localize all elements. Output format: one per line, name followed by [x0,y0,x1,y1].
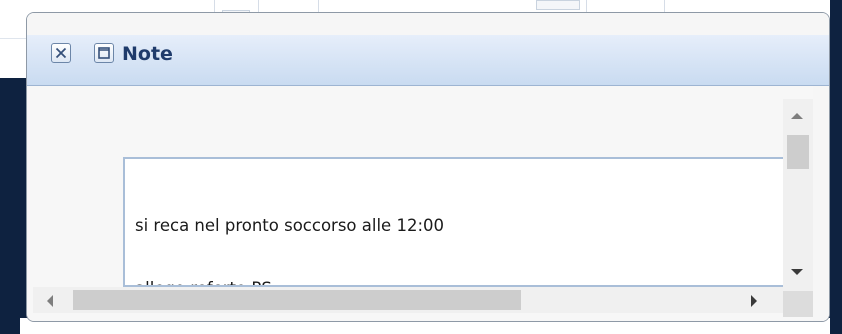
maximize-button[interactable] [94,43,114,63]
scroll-down-icon[interactable] [791,269,803,275]
scroll-left-icon[interactable] [47,295,53,307]
note-line: allego referto PS [135,278,785,285]
horizontal-scroll-thumb[interactable] [73,290,521,310]
scroll-right-icon[interactable] [751,295,757,307]
note-textarea[interactable]: si reca nel pronto soccorso alle 12:00 a… [123,157,785,287]
vertical-scrollbar[interactable] [783,99,813,291]
window-right-edge [813,86,829,321]
vertical-scroll-thumb[interactable] [787,135,809,169]
note-line: si reca nel pronto soccorso alle 12:00 [135,216,444,235]
titlebar-top-margin [27,13,829,35]
scroll-up-icon[interactable] [791,113,803,119]
grid-cell [536,0,580,10]
horizontal-scrollbar[interactable] [33,287,783,313]
close-button[interactable] [51,43,71,63]
window-title: Note [122,43,173,65]
note-window: Note si reca nel pronto soccorso alle 12… [26,12,830,322]
scrollbar-corner [783,291,813,317]
window-titlebar[interactable]: Note [27,13,829,86]
